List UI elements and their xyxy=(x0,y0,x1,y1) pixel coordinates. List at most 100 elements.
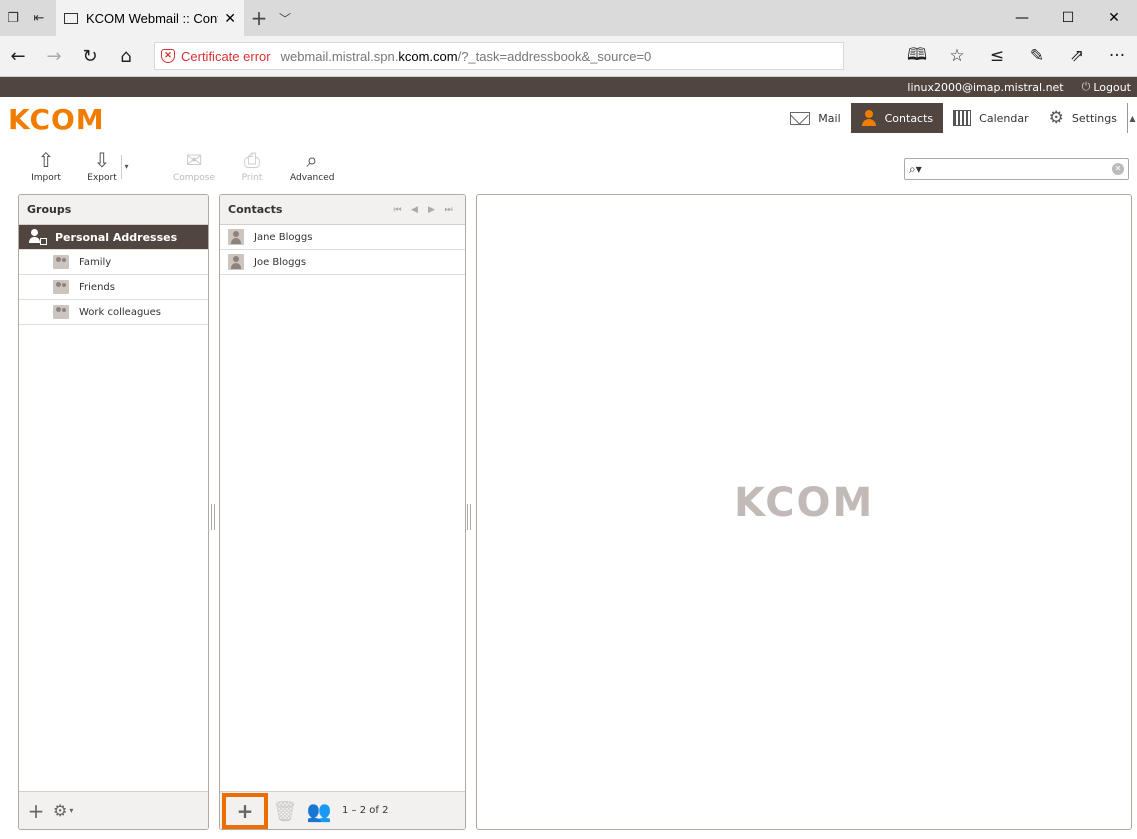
export-dropdown-icon[interactable]: ▾ xyxy=(121,155,131,179)
forward-button[interactable]: → xyxy=(36,36,72,76)
contact-row[interactable]: Joe Bloggs xyxy=(220,250,465,275)
tab-calendar[interactable]: Calendar xyxy=(943,103,1038,133)
browser-tab-bar: ❐ ⇤ KCOM Webmail :: Conta ✕ + ﹀ — ☐ ✕ xyxy=(0,0,1137,36)
url-field[interactable]: ✕ Certificate error webmail.mistral.spn.… xyxy=(154,42,844,70)
groups-title: Groups xyxy=(27,203,72,216)
contacts-splitter[interactable] xyxy=(467,504,471,530)
tab-overview-icon[interactable]: ❐ xyxy=(0,0,26,36)
set-tabs-aside-icon[interactable]: ⇤ xyxy=(26,0,52,36)
url-domain: kcom.com xyxy=(398,48,458,64)
scroll-up-icon[interactable]: ▲ xyxy=(1127,103,1137,133)
print-label: Print xyxy=(241,173,263,183)
home-button[interactable]: ⌂ xyxy=(108,36,144,76)
mail-icon xyxy=(790,111,811,125)
contact-name: Jane Bloggs xyxy=(254,231,313,243)
certificate-error-label[interactable]: Certificate error xyxy=(181,49,271,64)
maximize-button[interactable]: ☐ xyxy=(1045,0,1091,36)
share-icon[interactable]: ⇗ xyxy=(1057,36,1097,76)
contact-row[interactable]: Jane Bloggs xyxy=(220,225,465,250)
reading-view-icon[interactable]: 🕮 xyxy=(897,36,937,76)
contacts-count: 1 – 2 of 2 xyxy=(342,805,389,816)
app-navigation: Mail Contacts Calendar ⚙ Settings ▲ xyxy=(780,103,1137,133)
add-contact-button[interactable]: + xyxy=(222,792,268,829)
certificate-error-icon[interactable]: ✕ xyxy=(161,49,175,63)
import-icon: ⇧ xyxy=(37,148,55,172)
close-window-button[interactable]: ✕ xyxy=(1091,0,1137,36)
advanced-label: Advanced xyxy=(290,173,335,183)
web-note-pen-icon[interactable]: ✎ xyxy=(1017,36,1057,76)
tab-mail[interactable]: Mail xyxy=(780,103,850,133)
minimize-button[interactable]: — xyxy=(999,0,1045,36)
prev-page-icon[interactable]: ◀ xyxy=(406,205,423,215)
groups-panel: Groups Personal Addresses Family Friends… xyxy=(18,194,209,830)
new-tab-button[interactable]: + xyxy=(244,6,274,30)
address-bar: ← → ↻ ⌂ ✕ Certificate error webmail.mist… xyxy=(0,36,1137,77)
export-icon: ⇩ xyxy=(93,148,111,172)
group-friends[interactable]: Friends xyxy=(19,275,208,300)
contact-icon xyxy=(228,229,244,245)
print-icon: ⎙ xyxy=(244,148,260,172)
contact-name: Joe Bloggs xyxy=(254,256,307,268)
search-input[interactable] xyxy=(931,160,1112,178)
contacts-title: Contacts xyxy=(228,203,283,216)
refresh-button[interactable]: ↻ xyxy=(72,36,108,76)
group-label: Friends xyxy=(79,281,115,293)
close-tab-icon[interactable]: ✕ xyxy=(224,10,236,27)
search-options-icon[interactable]: ⌕▾ xyxy=(909,162,931,177)
group-icon xyxy=(53,280,69,294)
contacts-panel: Contacts ⏮ ◀ ▶ ⏭ Jane Bloggs Joe Bloggs … xyxy=(219,194,466,830)
compose-icon: ✉ xyxy=(185,148,203,172)
favorite-star-icon[interactable]: ☆ xyxy=(937,36,977,76)
tab-contacts[interactable]: Contacts xyxy=(850,103,944,133)
compose-label: Compose xyxy=(172,173,215,183)
last-page-icon[interactable]: ⏭ xyxy=(440,205,457,215)
user-bar: linux2000@imap.mistral.net ⏻ Logout xyxy=(0,77,1137,97)
group-label: Personal Addresses xyxy=(55,230,178,244)
tab-mail-label: Mail xyxy=(818,111,841,125)
tab-settings-label: Settings xyxy=(1071,111,1117,125)
browser-tab[interactable]: KCOM Webmail :: Conta ✕ xyxy=(56,0,244,36)
contact-group-actions-icon[interactable]: 👥 xyxy=(302,794,336,828)
group-personal-addresses[interactable]: Personal Addresses xyxy=(19,225,208,250)
back-button[interactable]: ← xyxy=(0,36,36,76)
toolbar: ⇧ Import ⇩ Export ▾ ✉ Compose ⎙ Print ⌕ … xyxy=(0,143,1137,193)
clear-search-icon[interactable]: ✕ xyxy=(1112,163,1124,175)
group-actions-gear-icon[interactable]: ⚙ ▾ xyxy=(53,801,73,820)
print-button[interactable]: ⎙ Print xyxy=(230,147,274,189)
delete-contact-button[interactable]: 🗑 xyxy=(268,794,302,828)
export-button[interactable]: ⇩ Export xyxy=(80,147,124,189)
favorites-hub-icon[interactable]: ≤ xyxy=(977,36,1017,76)
import-button[interactable]: ⇧ Import xyxy=(24,147,68,189)
search-icon: ⌕ xyxy=(306,148,318,172)
compose-button[interactable]: ✉ Compose xyxy=(172,147,216,189)
advanced-search-button[interactable]: ⌕ Advanced xyxy=(290,147,334,189)
groups-splitter[interactable] xyxy=(211,504,215,530)
contact-preview-panel: KCOM xyxy=(476,194,1132,830)
group-work-colleagues[interactable]: Work colleagues xyxy=(19,300,208,325)
groups-header: Groups xyxy=(19,195,208,225)
groups-footer: + ⚙ ▾ xyxy=(19,791,208,829)
contacts-icon xyxy=(861,110,877,126)
group-family[interactable]: Family xyxy=(19,250,208,275)
logout-link[interactable]: Logout xyxy=(1093,81,1131,94)
address-book-icon xyxy=(29,229,47,245)
next-page-icon[interactable]: ▶ xyxy=(423,205,440,215)
add-group-button[interactable]: + xyxy=(19,794,53,828)
tab-contacts-label: Contacts xyxy=(884,111,934,125)
page-icon xyxy=(64,12,78,24)
first-page-icon[interactable]: ⏮ xyxy=(389,205,406,215)
pager: ⏮ ◀ ▶ ⏭ xyxy=(389,205,457,215)
power-icon[interactable]: ⏻ xyxy=(1082,80,1091,94)
kcom-logo: KCOM xyxy=(8,103,105,136)
gear-icon: ⚙ xyxy=(1048,108,1064,128)
tab-menu-chevron-icon[interactable]: ﹀ xyxy=(274,10,296,27)
kcom-watermark-logo: KCOM xyxy=(734,480,875,526)
tab-calendar-label: Calendar xyxy=(979,111,1029,125)
app-header: KCOM Mail Contacts Calendar ⚙ Settings ▲ xyxy=(0,97,1137,143)
contacts-header: Contacts ⏮ ◀ ▶ ⏭ xyxy=(220,195,465,225)
calendar-icon xyxy=(953,110,972,126)
tab-settings[interactable]: ⚙ Settings xyxy=(1039,103,1127,133)
group-icon xyxy=(53,255,69,269)
tab-title: KCOM Webmail :: Conta xyxy=(86,10,219,26)
more-menu-icon[interactable]: ··· xyxy=(1097,36,1137,76)
